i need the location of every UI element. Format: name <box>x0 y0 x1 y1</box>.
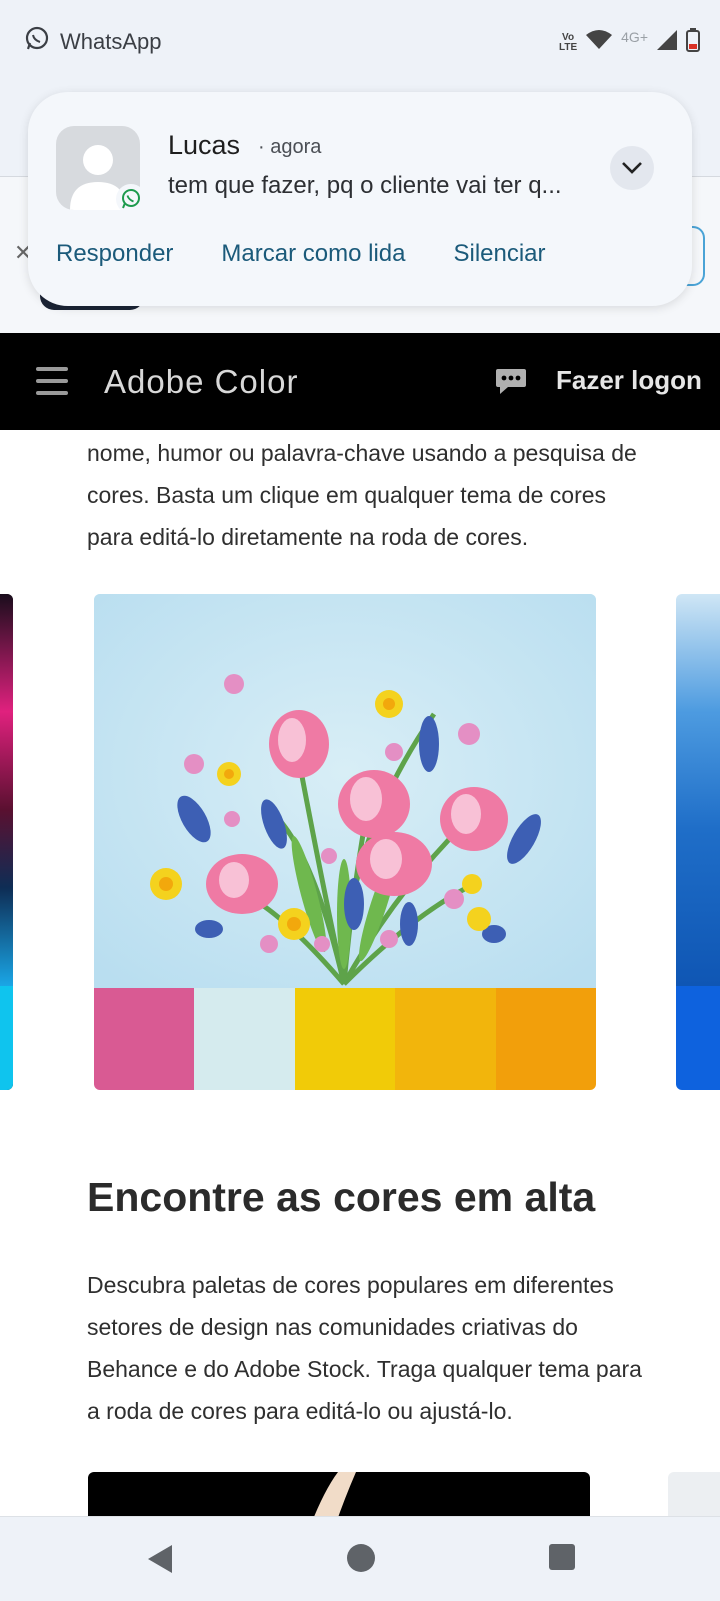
theme-card-previous[interactable] <box>0 594 13 1090</box>
swatch-3[interactable] <box>294 988 396 1090</box>
whatsapp-badge-icon <box>116 184 146 214</box>
status-notification-source: WhatsApp <box>24 26 162 57</box>
swatch-4[interactable] <box>395 988 496 1090</box>
network-type: 4G+ <box>621 28 648 45</box>
notification-actions: Responder Marcar como lida Silenciar <box>56 240 594 268</box>
back-icon[interactable] <box>146 1543 174 1580</box>
chat-icon[interactable] <box>494 367 528 402</box>
wifi-icon <box>585 29 613 56</box>
chevron-down-icon <box>622 162 642 174</box>
section-heading: Encontre as cores em alta <box>87 1174 596 1220</box>
status-app-name: WhatsApp <box>60 28 162 54</box>
battery-icon <box>686 28 700 57</box>
intro-paragraph: nome, humor ou palavra-chave usando a pe… <box>87 440 637 550</box>
site-header: Adobe Color Fazer logon <box>0 333 720 430</box>
mark-as-read-button[interactable]: Marcar como lida <box>221 240 405 268</box>
expand-button[interactable] <box>610 146 654 190</box>
reply-button[interactable]: Responder <box>56 240 173 268</box>
notification-time: · agora <box>258 136 322 158</box>
home-icon[interactable] <box>346 1543 376 1578</box>
mute-button[interactable]: Silenciar <box>453 240 545 268</box>
notification-message: tem que fazer, pq o cliente vai ter q... <box>168 172 562 199</box>
message-notification[interactable]: Lucas · agora tem que fazer, pq o client… <box>28 92 692 306</box>
section-paragraph: Descubra paletas de cores populares em d… <box>87 1272 642 1424</box>
status-bar: WhatsApp Vo LTE 4G+ <box>0 0 720 88</box>
swatch-1[interactable] <box>94 988 195 1090</box>
notification-sender: Lucas <box>168 130 241 160</box>
color-swatches <box>94 988 596 1090</box>
status-icons: Vo LTE 4G+ <box>559 28 700 57</box>
swatch-5[interactable] <box>495 988 596 1090</box>
recents-icon[interactable] <box>548 1543 576 1576</box>
volte-icon: Vo LTE <box>558 31 578 53</box>
site-title[interactable]: Adobe Color <box>104 363 298 401</box>
theme-card[interactable] <box>94 594 596 1090</box>
theme-card-next[interactable] <box>676 594 720 1090</box>
signal-icon <box>656 29 678 56</box>
system-navigation-bar <box>0 1516 720 1601</box>
login-button[interactable]: Fazer logon <box>556 365 702 396</box>
whatsapp-icon <box>24 26 50 57</box>
swatch-2[interactable] <box>194 988 295 1090</box>
menu-icon[interactable] <box>36 367 68 395</box>
flowers-image <box>94 594 596 988</box>
